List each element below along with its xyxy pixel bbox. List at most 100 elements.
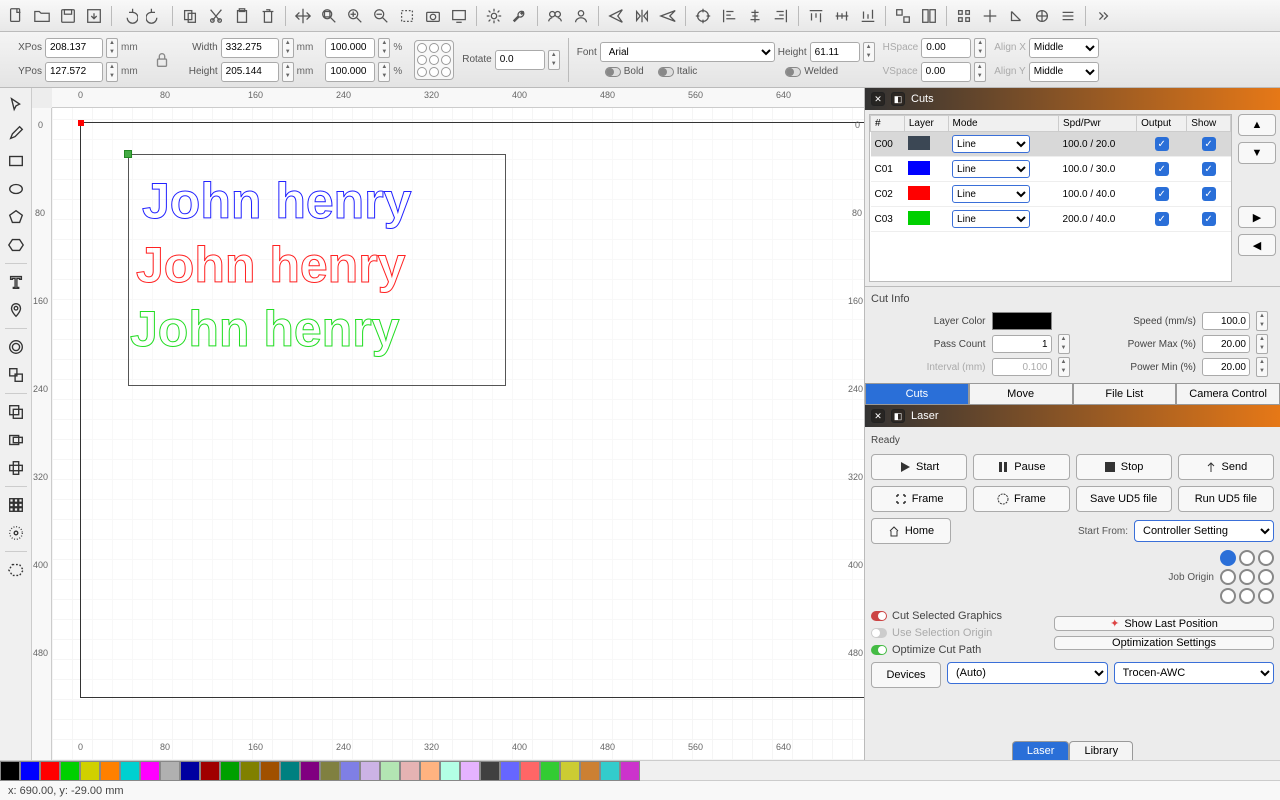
undo-icon[interactable] bbox=[117, 4, 141, 28]
rect-tool-icon[interactable] bbox=[3, 148, 29, 174]
run-ud5-button[interactable]: Run UD5 file bbox=[1178, 486, 1274, 512]
radial-tool-icon[interactable] bbox=[3, 520, 29, 546]
mirror-h-icon[interactable] bbox=[630, 4, 654, 28]
bool1-tool-icon[interactable] bbox=[3, 399, 29, 425]
tab-cuts[interactable]: Cuts bbox=[865, 383, 969, 405]
text-layer-green[interactable]: John henry bbox=[130, 300, 399, 358]
save-ud5-button[interactable]: Save UD5 file bbox=[1076, 486, 1172, 512]
palette-color[interactable] bbox=[620, 761, 640, 781]
lock-icon[interactable] bbox=[150, 48, 174, 72]
palette-color[interactable] bbox=[340, 761, 360, 781]
arr5-icon[interactable] bbox=[1004, 4, 1028, 28]
italic-toggle[interactable]: Italic bbox=[658, 66, 698, 77]
anchor-grid[interactable] bbox=[414, 40, 454, 80]
palette-color[interactable] bbox=[560, 761, 580, 781]
bool2-tool-icon[interactable] bbox=[3, 427, 29, 453]
zoom-in-icon[interactable] bbox=[343, 4, 367, 28]
bold-toggle[interactable]: Bold bbox=[605, 66, 644, 77]
wrench-icon[interactable] bbox=[508, 4, 532, 28]
ypos-spinner[interactable]: ▲▼ bbox=[106, 62, 118, 82]
circle-tool-icon[interactable] bbox=[3, 176, 29, 202]
alignx-select[interactable]: Middle bbox=[1029, 38, 1099, 58]
align-right-icon[interactable] bbox=[769, 4, 793, 28]
palette-color[interactable] bbox=[160, 761, 180, 781]
arr3-icon[interactable] bbox=[952, 4, 976, 28]
xpos-spinner[interactable]: ▲▼ bbox=[106, 38, 118, 58]
palette-color[interactable] bbox=[180, 761, 200, 781]
group-icon[interactable] bbox=[543, 4, 567, 28]
col-num[interactable]: # bbox=[871, 116, 905, 132]
font-select[interactable]: Arial bbox=[600, 42, 775, 62]
col-sp[interactable]: Spd/Pwr bbox=[1059, 116, 1137, 132]
dist-bot-icon[interactable] bbox=[856, 4, 880, 28]
palette-color[interactable] bbox=[240, 761, 260, 781]
home-button[interactable]: Home bbox=[871, 518, 951, 544]
cut-selected-toggle[interactable]: Cut Selected Graphics bbox=[871, 610, 1002, 622]
send-icon[interactable] bbox=[604, 4, 628, 28]
xpos-input[interactable] bbox=[45, 38, 103, 58]
zoom-frame-icon[interactable] bbox=[317, 4, 341, 28]
palette-color[interactable] bbox=[220, 761, 240, 781]
palette-color[interactable] bbox=[380, 761, 400, 781]
palette-color[interactable] bbox=[580, 761, 600, 781]
palette-color[interactable] bbox=[500, 761, 520, 781]
text-layer-red[interactable]: John henry bbox=[136, 236, 405, 294]
delete-icon[interactable] bbox=[256, 4, 280, 28]
height-input[interactable] bbox=[221, 62, 279, 82]
text-height-input[interactable] bbox=[810, 42, 860, 62]
palette-color[interactable] bbox=[280, 761, 300, 781]
mode-select[interactable]: Line bbox=[952, 185, 1030, 203]
opt-settings-button[interactable]: Optimization Settings bbox=[1054, 636, 1274, 650]
paste-icon[interactable] bbox=[230, 4, 254, 28]
job-origin-grid[interactable] bbox=[1220, 550, 1274, 604]
new-icon[interactable] bbox=[4, 4, 28, 28]
palette-color[interactable] bbox=[120, 761, 140, 781]
palette-color[interactable] bbox=[80, 761, 100, 781]
palette-color[interactable] bbox=[420, 761, 440, 781]
preview-icon[interactable] bbox=[447, 4, 471, 28]
target-icon[interactable] bbox=[691, 4, 715, 28]
device-auto-select[interactable]: (Auto) bbox=[947, 662, 1108, 684]
width-input[interactable] bbox=[221, 38, 279, 58]
tab-camera[interactable]: Camera Control bbox=[1176, 383, 1280, 405]
polygon6-tool-icon[interactable] bbox=[3, 232, 29, 258]
cuts-row[interactable]: C00Line100.0 / 20.0✓✓ bbox=[871, 132, 1231, 157]
controller-select[interactable]: Trocen-AWC bbox=[1114, 662, 1275, 684]
mode-select[interactable]: Line bbox=[952, 135, 1030, 153]
palette-color[interactable] bbox=[20, 761, 40, 781]
open-icon[interactable] bbox=[30, 4, 54, 28]
screenshot-icon[interactable] bbox=[421, 4, 445, 28]
mode-select[interactable]: Line bbox=[952, 160, 1030, 178]
col-out[interactable]: Output bbox=[1137, 116, 1187, 132]
more-icon[interactable] bbox=[1091, 4, 1115, 28]
tab-move[interactable]: Move bbox=[969, 383, 1073, 405]
optimize-toggle[interactable]: Optimize Cut Path bbox=[871, 644, 1002, 656]
palette-color[interactable] bbox=[480, 761, 500, 781]
pct-h-input[interactable] bbox=[325, 62, 375, 82]
col-mode[interactable]: Mode bbox=[948, 116, 1058, 132]
cuts-close-icon[interactable]: ✕ bbox=[871, 92, 885, 106]
gear-icon[interactable] bbox=[482, 4, 506, 28]
marker-tool-icon[interactable] bbox=[3, 297, 29, 323]
palette-color[interactable] bbox=[540, 761, 560, 781]
palette-color[interactable] bbox=[100, 761, 120, 781]
palette-color[interactable] bbox=[520, 761, 540, 781]
offset-tool-icon[interactable] bbox=[3, 557, 29, 583]
palette-color[interactable] bbox=[0, 761, 20, 781]
align-center-icon[interactable] bbox=[743, 4, 767, 28]
select-tool-icon[interactable] bbox=[3, 92, 29, 118]
output-check[interactable]: ✓ bbox=[1155, 187, 1169, 201]
pmin-input[interactable] bbox=[1202, 358, 1250, 376]
palette-color[interactable] bbox=[400, 761, 420, 781]
pmax-input[interactable] bbox=[1202, 335, 1250, 353]
col-layer[interactable]: Layer bbox=[904, 116, 948, 132]
palette-color[interactable] bbox=[300, 761, 320, 781]
output-check[interactable]: ✓ bbox=[1155, 212, 1169, 226]
grid-tool-icon[interactable] bbox=[3, 492, 29, 518]
rotate-input[interactable] bbox=[495, 50, 545, 70]
layer-left-button[interactable]: ◀ bbox=[1238, 234, 1276, 256]
dist-mid-icon[interactable] bbox=[830, 4, 854, 28]
send2-icon[interactable] bbox=[656, 4, 680, 28]
palette-color[interactable] bbox=[600, 761, 620, 781]
copy-icon[interactable] bbox=[178, 4, 202, 28]
